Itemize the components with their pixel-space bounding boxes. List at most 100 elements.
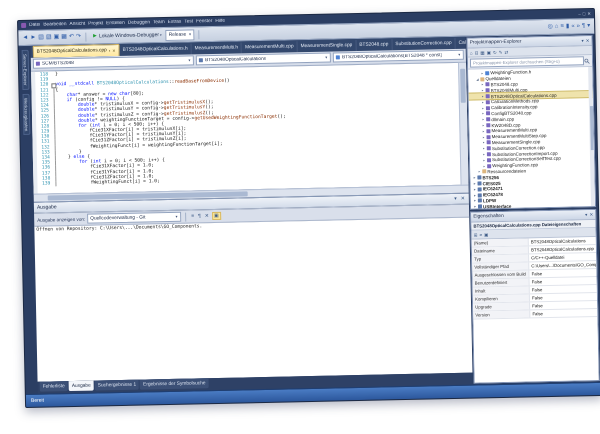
class-icon [199, 58, 203, 62]
play-icon: ► [92, 33, 98, 39]
menu-item-bearbeiten[interactable]: Bearbeiten [43, 22, 66, 27]
cpp-icon [485, 83, 489, 87]
messages-icon[interactable]: ≡ [190, 213, 195, 219]
solution-search-input[interactable] [470, 56, 584, 67]
menu-item-fenster[interactable]: Fenster [196, 19, 212, 24]
outdent-icon[interactable]: « [571, 23, 574, 30]
configuration-combo[interactable]: Release ▼ [166, 29, 195, 41]
chevron-icon: ▸ [482, 158, 486, 162]
minimize-icon[interactable]: – [578, 11, 580, 16]
redo-icon[interactable]: ↷ [76, 33, 81, 40]
categorized-icon[interactable]: ⊞ [474, 232, 478, 237]
outline-margin [52, 181, 57, 186]
proj-icon [477, 199, 481, 203]
doc-tab-label: MeasurementMulti.h [195, 45, 239, 51]
toolbar-overflow-icon[interactable]: ▾ [587, 23, 590, 30]
doc-tab-label: BTS2048OpticalCalculations.cpp [37, 48, 107, 54]
chevron-icon: ▸ [482, 152, 486, 156]
open-file-icon[interactable]: ▧ [46, 34, 52, 41]
proj-icon [478, 205, 482, 209]
doc-tab[interactable]: CalibrationIntensity.cpp [456, 37, 466, 49]
output-title-icons: ▾✕ [453, 196, 466, 202]
cpp-project-icon [36, 62, 40, 66]
bottom-tab[interactable]: Suchergebnisse 1 [95, 380, 140, 391]
side-tab[interactable]: Server-Explorer [21, 50, 29, 90]
menu-item-datei[interactable]: Datei [29, 23, 40, 28]
properties-title-icons: ▾✕ [585, 212, 593, 217]
menu-item-erstellen[interactable]: Erstellen [106, 21, 125, 26]
menu-item-extras[interactable]: Extras [168, 20, 182, 25]
show-all-files-icon[interactable]: ▦ [480, 50, 484, 55]
chevron-down-icon: ▼ [458, 53, 461, 57]
search-icon[interactable] [584, 58, 590, 64]
chevron-icon: ▸ [473, 187, 477, 191]
close-icon[interactable]: ✕ [586, 38, 590, 43]
undo-icon[interactable]: ↶ [69, 33, 74, 40]
menu-item-test[interactable]: Test [184, 19, 193, 24]
output-source-combo[interactable]: Quellcodeverwaltung - Git ▼ [87, 212, 181, 224]
view-code-icon[interactable]: ✎ [499, 49, 503, 54]
refresh-icon[interactable]: ↻ [493, 50, 497, 55]
toolbar-separator [185, 212, 186, 221]
scrollbar-thumb[interactable] [460, 69, 466, 103]
pin-output-icon[interactable]: ▣ [212, 212, 221, 220]
status-text: Bereit [31, 398, 44, 404]
visual-studio-window: DateiBearbeitenAnsichtProjektErstellenDe… [17, 8, 600, 408]
menu-item-debuggen[interactable]: Debuggen [128, 20, 150, 25]
chevron-down-icon: ▾ [160, 33, 162, 37]
back-icon[interactable]: ◄ [22, 34, 28, 41]
menu-item-team[interactable]: Team [153, 20, 165, 25]
comment-icon[interactable]: ≡ [560, 23, 564, 30]
pin-icon[interactable]: ▾ [581, 38, 583, 43]
save-all-icon[interactable]: ▦ [61, 34, 67, 41]
indent-icon[interactable]: » [577, 23, 580, 30]
output-source-value: Quellcodeverwaltung - Git [90, 215, 145, 221]
close-icon[interactable]: ✕ [112, 48, 115, 53]
property-row[interactable]: VersionFalse [473, 309, 597, 320]
bottom-tab[interactable]: Ergebnisse der Symbolsuche [140, 378, 209, 389]
close-icon[interactable]: ✕ [587, 11, 591, 16]
clear-output-icon[interactable]: ✕ [204, 213, 210, 219]
pin-icon[interactable]: ▾ [585, 212, 587, 217]
forward-icon[interactable]: ► [30, 34, 36, 41]
proj-icon [477, 193, 481, 197]
word-wrap-icon[interactable]: ¶ [197, 213, 202, 219]
alphabetical-icon[interactable]: ≡ [479, 232, 482, 237]
collapse-all-icon[interactable]: ⊟ [475, 50, 479, 55]
chevron-icon: ▸ [477, 170, 481, 174]
cpp-icon [486, 129, 490, 133]
close-icon[interactable]: ✕ [589, 212, 593, 217]
member-dropdown[interactable]: BTS2048OpticalCalculations(BTS2048 * con… [333, 50, 464, 63]
menu-item-hilfe[interactable]: Hilfe [215, 19, 225, 24]
window-controls: –□✕ [578, 11, 591, 16]
sync-icon[interactable]: ⇄ [504, 49, 508, 54]
bookmark-icon[interactable]: ▮ [566, 23, 569, 30]
home-icon[interactable]: ⌂ [470, 50, 473, 55]
new-project-icon[interactable]: ▤ [38, 34, 44, 41]
scrollbar-thumb[interactable] [589, 106, 593, 151]
type-dropdown[interactable]: BTS2048OpticalCalculations ▼ [196, 53, 331, 66]
find-icon[interactable]: ◎ [548, 23, 553, 30]
bottom-tab[interactable]: Ausgabe [69, 381, 94, 392]
side-tab[interactable]: Werkzeugkasten [22, 93, 30, 135]
menu-item-projekt[interactable]: Projekt [88, 21, 103, 26]
doc-tab-label: MeasurementMulti.cpp [245, 44, 294, 50]
code-editor[interactable]: 118}119120void __stdcall BTS2048OpticalC… [31, 63, 469, 194]
line-marks-icon[interactable]: ¶ [582, 23, 585, 30]
properties-icon[interactable]: ▣ [487, 50, 491, 55]
start-debug-label: Lokale Windows-Debugger [99, 32, 159, 39]
chevron-down-icon: ▼ [175, 215, 178, 219]
property-pages-icon[interactable]: ▣ [484, 232, 488, 237]
project-dropdown[interactable]: SCM/BTS2048 ▼ [33, 55, 194, 68]
bottom-tab[interactable]: Fehlerliste [40, 381, 68, 392]
start-debug-button[interactable]: ► Lokale Windows-Debugger ▾ [90, 32, 164, 40]
output-content[interactable]: Öffnen von Repository: C:\Users\...\Docu… [34, 218, 472, 382]
navigate-icon[interactable]: ⌂ [555, 23, 559, 30]
pin-icon[interactable]: ▪ [109, 48, 111, 53]
close-icon[interactable]: ✕ [460, 196, 466, 202]
maximize-icon[interactable]: □ [583, 11, 586, 16]
doc-tab[interactable]: BTS2048.cpp [356, 39, 392, 51]
menu-item-ansicht[interactable]: Ansicht [69, 22, 85, 27]
save-icon[interactable]: ▣ [54, 34, 60, 41]
window-position-icon[interactable]: ▾ [453, 196, 458, 202]
